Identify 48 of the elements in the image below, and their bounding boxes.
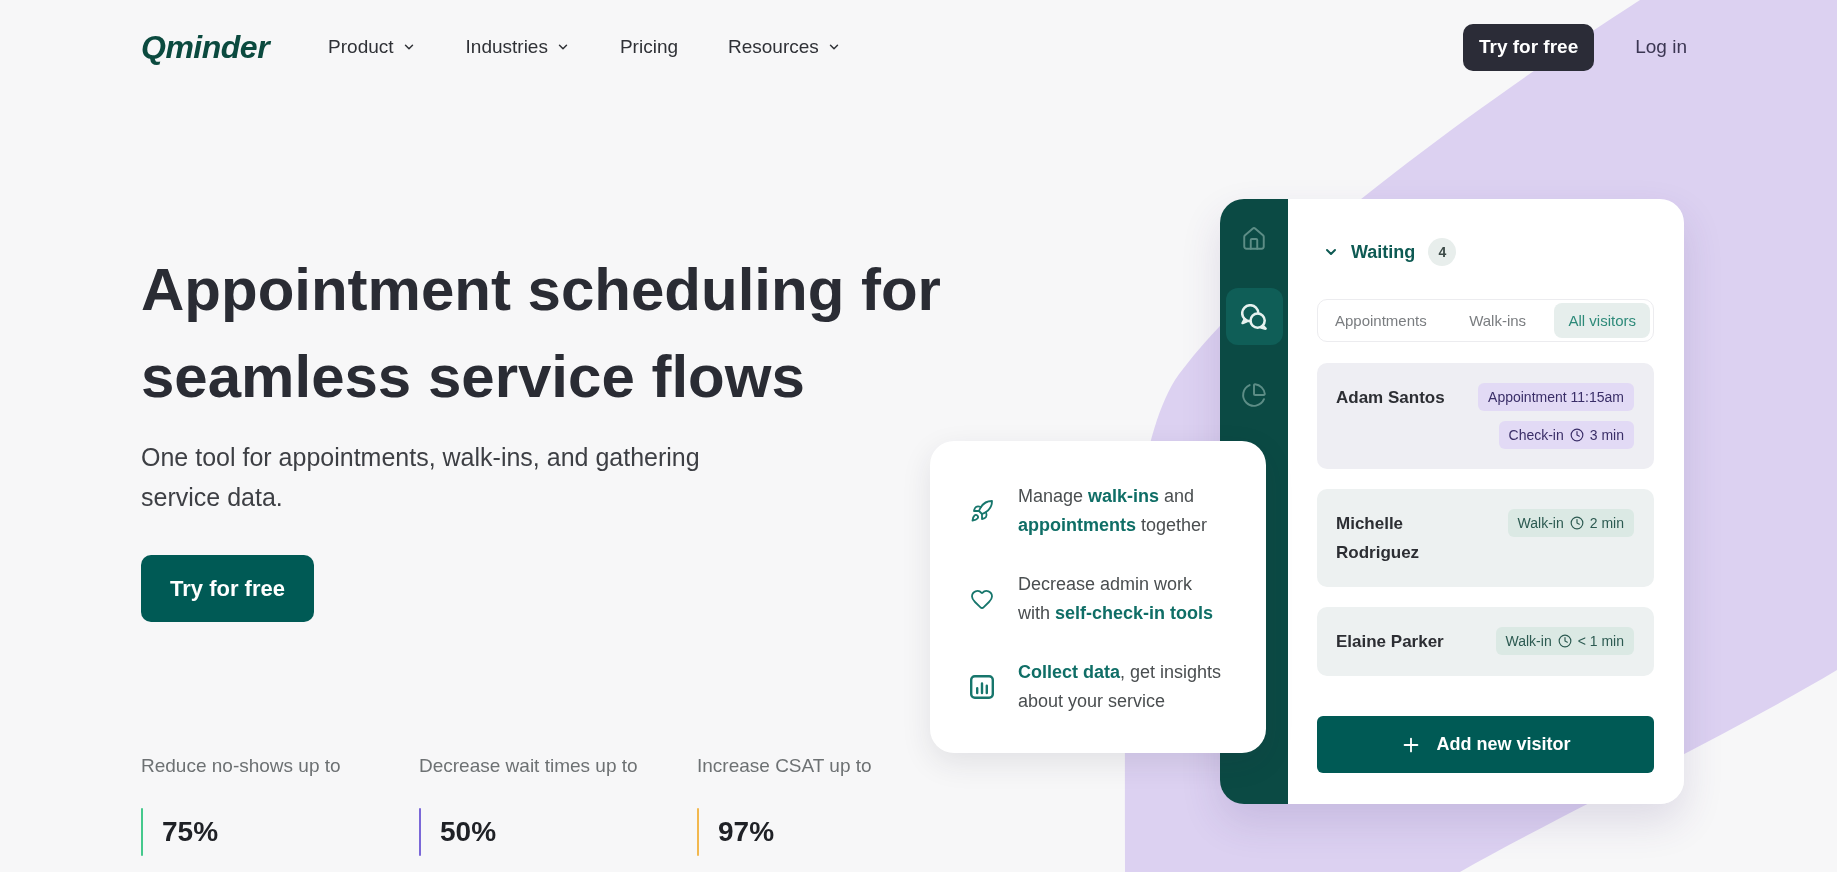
count-badge: 4 bbox=[1428, 238, 1457, 266]
stat-label: Increase CSAT up to bbox=[697, 754, 873, 778]
tab[interactable]: All visitors bbox=[1554, 303, 1650, 338]
visitor-name: Michelle Rodriguez bbox=[1336, 513, 1421, 564]
add-visitor-button[interactable]: Add new visitor bbox=[1317, 716, 1654, 773]
nav-link[interactable]: Resources bbox=[728, 35, 841, 59]
heart-icon bbox=[970, 587, 994, 611]
stat-label: Reduce no-shows up to bbox=[141, 754, 342, 778]
feature-text: Decrease admin work with self-check-in tools bbox=[1018, 573, 1215, 625]
tag-time: 2 min bbox=[1589, 514, 1624, 532]
clock-icon bbox=[1569, 428, 1584, 442]
tab[interactable]: Appointments bbox=[1321, 303, 1441, 338]
stat-label: Decrease wait times up to bbox=[419, 754, 639, 778]
bar-chart-icon bbox=[970, 675, 994, 699]
hero-subtitle: One tool for appointments, walk-ins, and gathering service data. bbox=[141, 442, 701, 513]
stat-value: 50% bbox=[440, 815, 497, 849]
try-for-free-button[interactable]: Try for free bbox=[141, 555, 314, 622]
visitor-card[interactable]: Michelle Rodriguez Walk-in 2 min bbox=[1317, 489, 1654, 587]
hero-heading: Appointment scheduling for seamless service flows bbox=[141, 255, 942, 412]
sidebar-button[interactable] bbox=[1225, 288, 1283, 345]
stat-value: 75% bbox=[162, 815, 219, 849]
feature-text: Manage walk-ins and appointments together bbox=[1018, 485, 1209, 537]
tag-label: Check-in bbox=[1508, 426, 1564, 444]
chat-bubbles-icon bbox=[1241, 303, 1267, 330]
nav-link[interactable]: Pricing bbox=[619, 35, 678, 59]
visitor-card[interactable]: Adam Santos Appointment 11:15am Check-in 3 min bbox=[1317, 363, 1654, 469]
tag-time: < 1 min bbox=[1577, 632, 1624, 650]
nav-link[interactable]: Product bbox=[328, 35, 416, 59]
tab[interactable]: Walk-ins bbox=[1455, 303, 1541, 338]
visitor-card[interactable]: Elaine Parker Walk-in < 1 min bbox=[1317, 607, 1654, 676]
visitor-name: Elaine Parker bbox=[1336, 631, 1445, 653]
tag-label: Appointment 11:15am bbox=[1488, 388, 1624, 406]
clock-icon bbox=[1569, 516, 1584, 530]
login-link[interactable]: Log in bbox=[1635, 35, 1687, 59]
visitor-name: Adam Santos bbox=[1336, 387, 1446, 409]
nav-link[interactable]: Industries bbox=[465, 35, 570, 59]
stat-value: 97% bbox=[718, 815, 775, 849]
pie-chart-icon bbox=[1241, 381, 1267, 408]
home-icon bbox=[1241, 225, 1267, 252]
queue-title: Waiting bbox=[1351, 241, 1416, 264]
rocket-icon bbox=[970, 499, 994, 523]
logo-wordmark[interactable]: Qminder bbox=[141, 29, 270, 65]
tag-time: 3 min bbox=[1589, 426, 1624, 444]
tag-label: Walk-in bbox=[1505, 632, 1552, 650]
feature-text: Collect data, get insights about your service bbox=[1018, 661, 1223, 713]
clock-icon bbox=[1557, 634, 1572, 648]
tag-label: Walk-in bbox=[1517, 514, 1564, 532]
try-for-free-button[interactable]: Try for free bbox=[1462, 23, 1595, 71]
